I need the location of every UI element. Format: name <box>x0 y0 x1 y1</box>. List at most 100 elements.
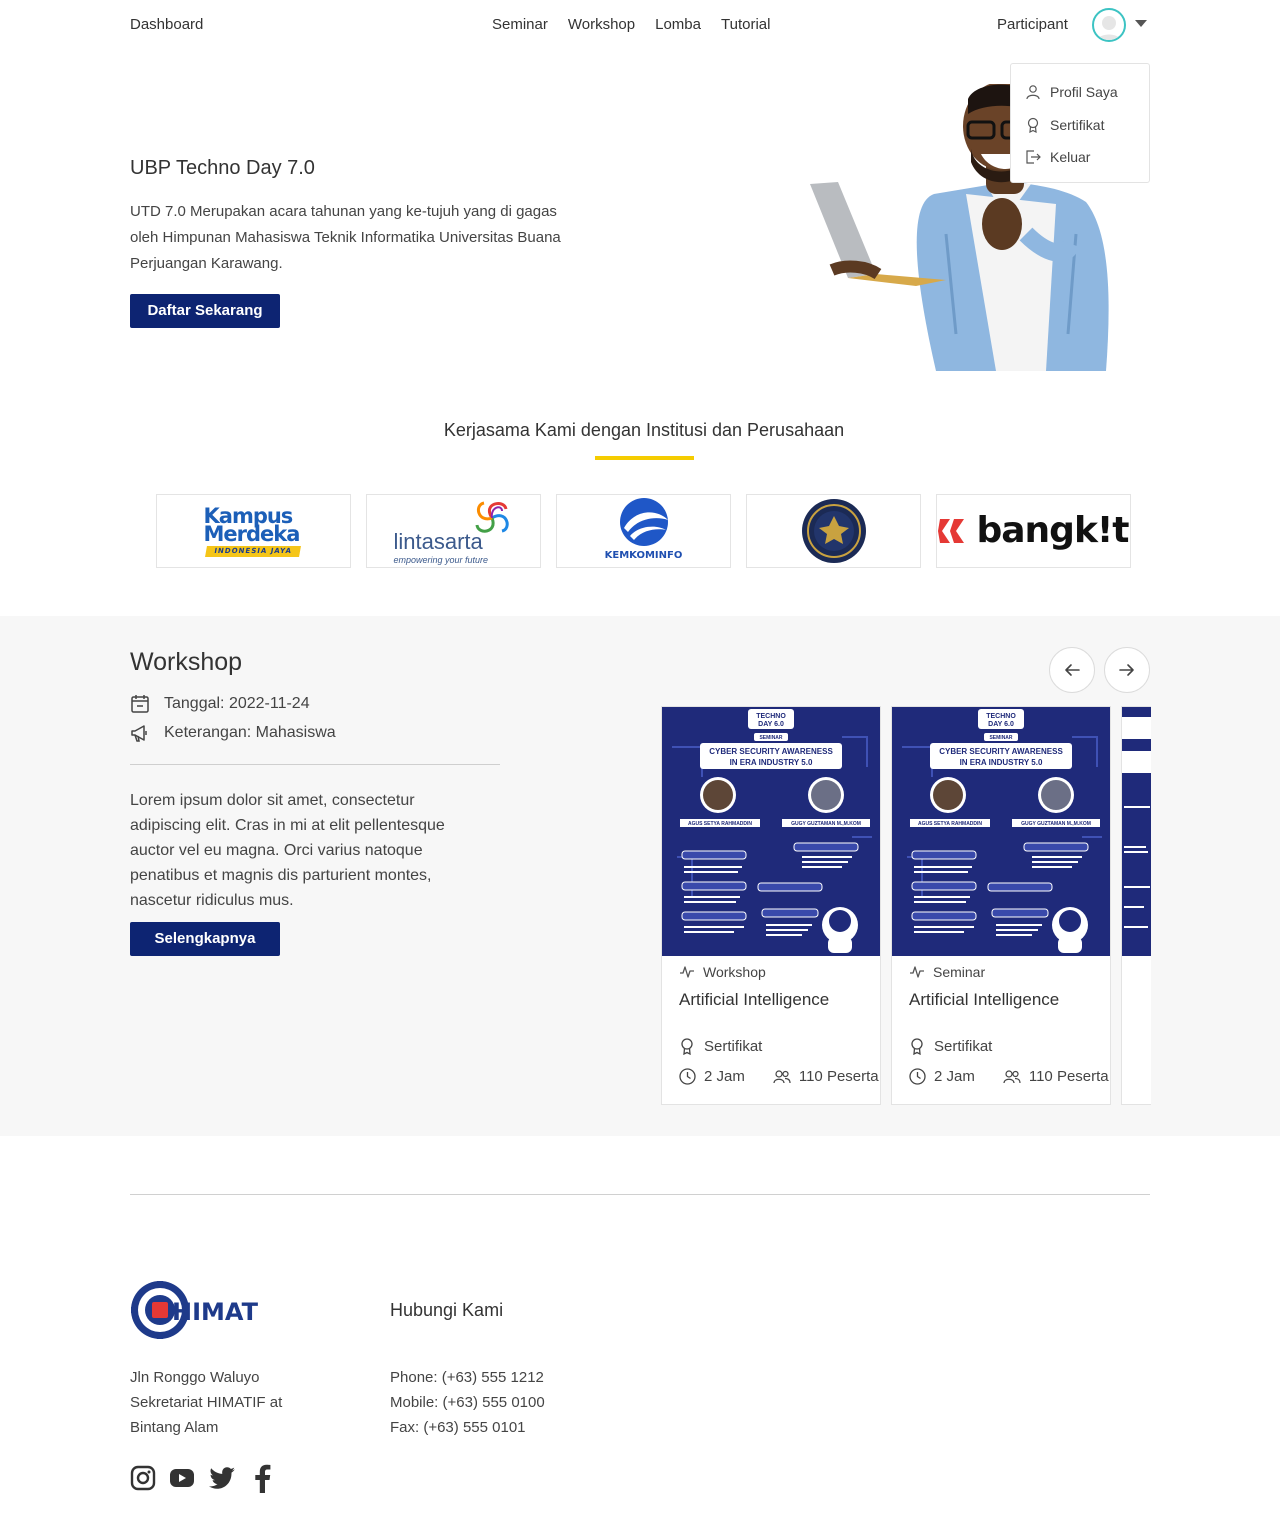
partner-logo-text: Merdeka <box>203 522 301 546</box>
nav-tutorial-link[interactable]: Tutorial <box>721 16 770 33</box>
workshop-divider <box>130 764 500 765</box>
poster-text: GUGY GUZTAMAN M.,M.KOM <box>1021 821 1091 827</box>
card-certificate: Sertifikat <box>679 1038 762 1055</box>
card-duration: 2 Jam <box>704 1068 745 1085</box>
poster-text: AGUS SETYA RAHMADDIN <box>918 821 982 827</box>
partner-logo-kampus-merdeka: Kampus Merdeka INDONESIA JAYA <box>156 494 351 568</box>
government-seal-icon <box>801 499 866 563</box>
poster-text: GUGY GUZTAMAN M.,M.KOM <box>791 821 861 827</box>
user-avatar[interactable] <box>1092 8 1126 42</box>
nav-lomba-link[interactable]: Lomba <box>655 16 701 33</box>
facebook-icon <box>255 1464 271 1493</box>
card-title: Artificial Intelligence <box>679 990 830 1009</box>
event-card[interactable]: TECHNO DAY 6.0 SEMINAR CYBER SECURITY AW… <box>661 706 881 1105</box>
award-icon <box>911 1038 923 1055</box>
poster-text: CYBER SECURITY AWARENESS <box>709 747 833 756</box>
dropdown-item-profile[interactable]: Profil Saya <box>1025 82 1118 102</box>
nav-menu: Seminar Workshop Lomba Tutorial <box>492 16 770 33</box>
address-line: Sekretariat HIMATIF at <box>130 1394 283 1411</box>
youtube-icon <box>170 1469 194 1487</box>
nav-dashboard-link[interactable]: Dashboard <box>130 16 203 33</box>
card-participants: 110 Peserta <box>798 1068 879 1085</box>
partners-title: Kerjasama Kami dengan Institusi dan Peru… <box>443 420 845 440</box>
partner-logo-lintasarta: lintasarta empowering your future <box>366 494 541 568</box>
partner-logo-tagline: empowering your future <box>393 555 489 565</box>
card-category-label: Seminar <box>933 964 986 980</box>
partner-logo-government-seal <box>746 494 921 568</box>
megaphone-icon <box>131 725 147 742</box>
contact-mobile: Mobile: (+63) 555 0100 <box>390 1394 545 1411</box>
clock-icon <box>679 1068 696 1085</box>
event-card-partial[interactable] <box>1121 706 1151 1105</box>
contact-phone: Phone: (+63) 555 1212 <box>390 1369 544 1386</box>
poster-text: SEMINAR <box>759 735 782 741</box>
arrow-left-icon <box>1065 664 1080 676</box>
poster-text: TECHNO <box>756 713 786 720</box>
poster-text: DAY 6.0 <box>758 721 784 728</box>
poster-text: IN ERA INDUSTRY 5.0 <box>730 758 813 767</box>
card-category: Seminar <box>909 964 985 980</box>
dropdown-item-label: Profil Saya <box>1050 84 1118 100</box>
award-icon <box>681 1038 693 1055</box>
facebook-link[interactable] <box>249 1463 277 1493</box>
logout-icon <box>1026 150 1041 164</box>
card-certificate: Sertifikat <box>909 1038 992 1055</box>
card-certificate-label: Sertifikat <box>934 1038 993 1055</box>
carousel-next-button[interactable] <box>1104 647 1150 693</box>
workshop-title: Workshop <box>130 648 243 676</box>
arrow-right-icon <box>1119 664 1134 676</box>
calendar-icon <box>131 695 149 713</box>
card-title: Artificial Intelligence <box>909 990 1060 1009</box>
card-footer: 2 Jam 110 Peserta <box>909 1068 1109 1085</box>
contact-fax: Fax: (+63) 555 0101 <box>390 1419 526 1436</box>
dropdown-item-label: Keluar <box>1050 149 1091 165</box>
user-dropdown-menu: Profil Saya Sertifikat Keluar <box>1010 63 1150 183</box>
activity-icon <box>680 966 694 978</box>
card-category-label: Workshop <box>703 964 766 980</box>
users-icon <box>773 1069 791 1083</box>
partner-logo-text: bangk!t <box>976 510 1129 551</box>
workshop-note-text: Keterangan: Mahasiswa <box>164 724 336 741</box>
workshop-date-text: Tanggal: 2022-11-24 <box>164 695 310 712</box>
poster-text: SEMINAR <box>989 735 1012 741</box>
users-icon <box>1003 1069 1021 1083</box>
partner-logo-text: lintasarta <box>393 529 483 554</box>
footer-contacts: Phone: (+63) 555 1212 Mobile: (+63) 555 … <box>390 1365 545 1440</box>
partner-logo-text: KEMKOMINFO <box>604 550 683 561</box>
carousel-prev-button[interactable] <box>1049 647 1095 693</box>
activity-icon <box>910 966 924 978</box>
instagram-link[interactable] <box>129 1463 157 1493</box>
partners-title-underline <box>595 456 694 460</box>
chevron-down-icon[interactable] <box>1135 20 1147 27</box>
partner-logo-kemkominfo: KEMKOMINFO <box>556 494 731 568</box>
more-details-button[interactable]: Selengkapnya <box>130 922 280 956</box>
clock-icon <box>909 1068 926 1085</box>
poster-text: IN ERA INDUSTRY 5.0 <box>960 758 1043 767</box>
register-button[interactable]: Daftar Sekarang <box>130 294 280 328</box>
nav-workshop-link[interactable]: Workshop <box>568 16 635 33</box>
event-card[interactable]: TECHNO DAY 6.0 SEMINAR CYBER SECURITY AW… <box>891 706 1111 1105</box>
event-poster-image <box>1122 707 1151 956</box>
contact-heading: Hubungi Kami <box>390 1300 504 1320</box>
himatif-logo: HIMATIF <box>131 1281 260 1339</box>
dropdown-item-logout[interactable]: Keluar <box>1025 147 1090 167</box>
event-carousel: TECHNO DAY 6.0 SEMINAR CYBER SECURITY AW… <box>661 706 1151 1106</box>
card-participants: 110 Peserta <box>1028 1068 1109 1085</box>
workshop-note: Keterangan: Mahasiswa <box>130 722 336 744</box>
dropdown-item-certificate[interactable]: Sertifikat <box>1025 115 1104 135</box>
twitter-link[interactable] <box>208 1463 236 1493</box>
card-duration: 2 Jam <box>934 1068 975 1085</box>
user-role-label: Participant <box>997 16 1068 33</box>
footer-divider <box>130 1194 1150 1195</box>
kemkominfo-emblem-icon <box>619 498 668 546</box>
address-line: Bintang Alam <box>130 1419 219 1436</box>
poster-text: AGUS SETYA RAHMADDIN <box>688 821 752 827</box>
event-poster-image: TECHNO DAY 6.0 SEMINAR CYBER SECURITY AW… <box>892 707 1110 956</box>
workshop-date: Tanggal: 2022-11-24 <box>130 693 310 715</box>
top-navbar: Dashboard Seminar Workshop Lomba Tutoria… <box>0 0 1280 50</box>
user-icon <box>1026 85 1040 100</box>
hero-title: UBP Techno Day 7.0 <box>130 157 315 179</box>
partner-logo-tagline: INDONESIA JAYA <box>204 546 301 557</box>
nav-seminar-link[interactable]: Seminar <box>492 16 548 33</box>
youtube-link[interactable] <box>168 1463 196 1493</box>
